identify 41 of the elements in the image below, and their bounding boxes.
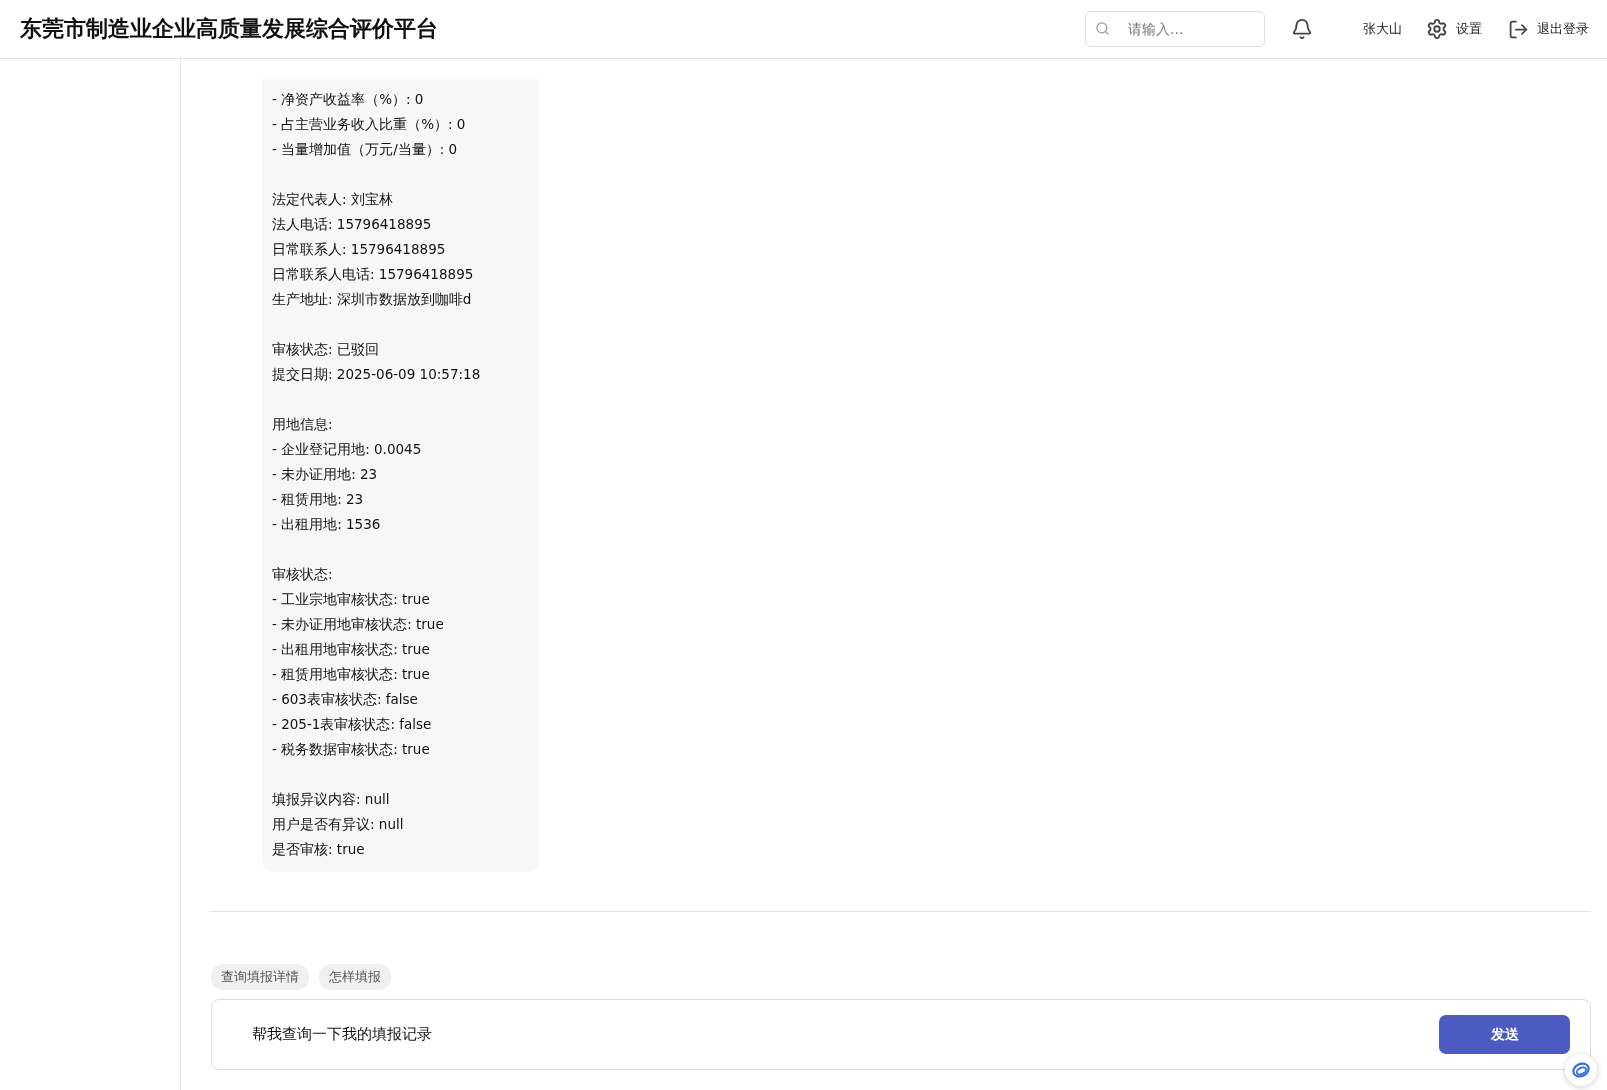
app-title: 东莞市制造业企业高质量发展综合评价平台 — [20, 15, 439, 43]
message-line: - 企业登记用地: 0.0045 — [272, 440, 423, 459]
message-line: 是否审核: true — [272, 840, 366, 859]
search-field[interactable]: 请输入... — [1085, 11, 1265, 47]
message-line: - 出租用地审核状态: true — [272, 640, 431, 659]
message-line: - 205-1表审核状态: false — [272, 715, 433, 734]
message-line: 审核状态: 已驳回 — [272, 340, 380, 359]
message-line: 日常联系人: 15796418895 — [272, 240, 447, 259]
message-line: 生产地址: 深圳市数据放到咖啡d — [272, 290, 473, 309]
message-line: 法定代表人: 刘宝林 — [272, 190, 394, 209]
suggestion-chip[interactable]: 怎样填报 — [319, 964, 391, 990]
message-line: 审核状态: — [272, 565, 334, 584]
settings-icon — [1426, 18, 1448, 40]
suggestion-chip[interactable]: 查询填报详情 — [211, 964, 309, 990]
message-line: - 出租用地: 1536 — [272, 515, 382, 534]
notification-bell-icon[interactable] — [1291, 18, 1313, 40]
message-line: - 当量增加值（万元/当量）: 0 — [272, 140, 459, 159]
assistant-float-button[interactable] — [1565, 1054, 1597, 1086]
message-line: 填报异议内容: null — [272, 790, 391, 809]
message-line: - 占主营业务收入比重（%）: 0 — [272, 115, 467, 134]
logout-link[interactable]: 退出登录 — [1508, 18, 1589, 40]
user-name[interactable]: 张大山 — [1363, 20, 1402, 38]
message-line: - 未办证用地审核状态: true — [272, 615, 445, 634]
message-line: 提交日期: 2025-06-09 10:57:18 — [272, 365, 482, 384]
send-button[interactable]: 发送 — [1439, 1015, 1570, 1054]
message-line: - 净资产收益率（%）: 0 — [272, 90, 425, 109]
message-input[interactable]: 帮我查询一下我的填报记录 发送 — [211, 999, 1591, 1070]
assistant-icon — [1571, 1060, 1591, 1080]
search-icon — [1095, 21, 1110, 36]
message-line: 用地信息: — [272, 415, 334, 434]
message-line: - 603表审核状态: false — [272, 690, 419, 709]
message-line: - 税务数据审核状态: true — [272, 740, 431, 759]
message-line: - 租赁用地: 23 — [272, 490, 365, 509]
settings-link[interactable]: 设置 — [1426, 18, 1482, 40]
message-line: 日常联系人电话: 15796418895 — [272, 265, 475, 284]
logout-icon — [1508, 18, 1529, 40]
message-line: - 工业宗地审核状态: true — [272, 590, 431, 609]
message-line: 法人电话: 15796418895 — [272, 215, 433, 234]
message-line: - 未办证用地: 23 — [272, 465, 379, 484]
message-line: - 租赁用地审核状态: true — [272, 665, 431, 684]
message-line: 用户是否有异议: null — [272, 815, 405, 834]
